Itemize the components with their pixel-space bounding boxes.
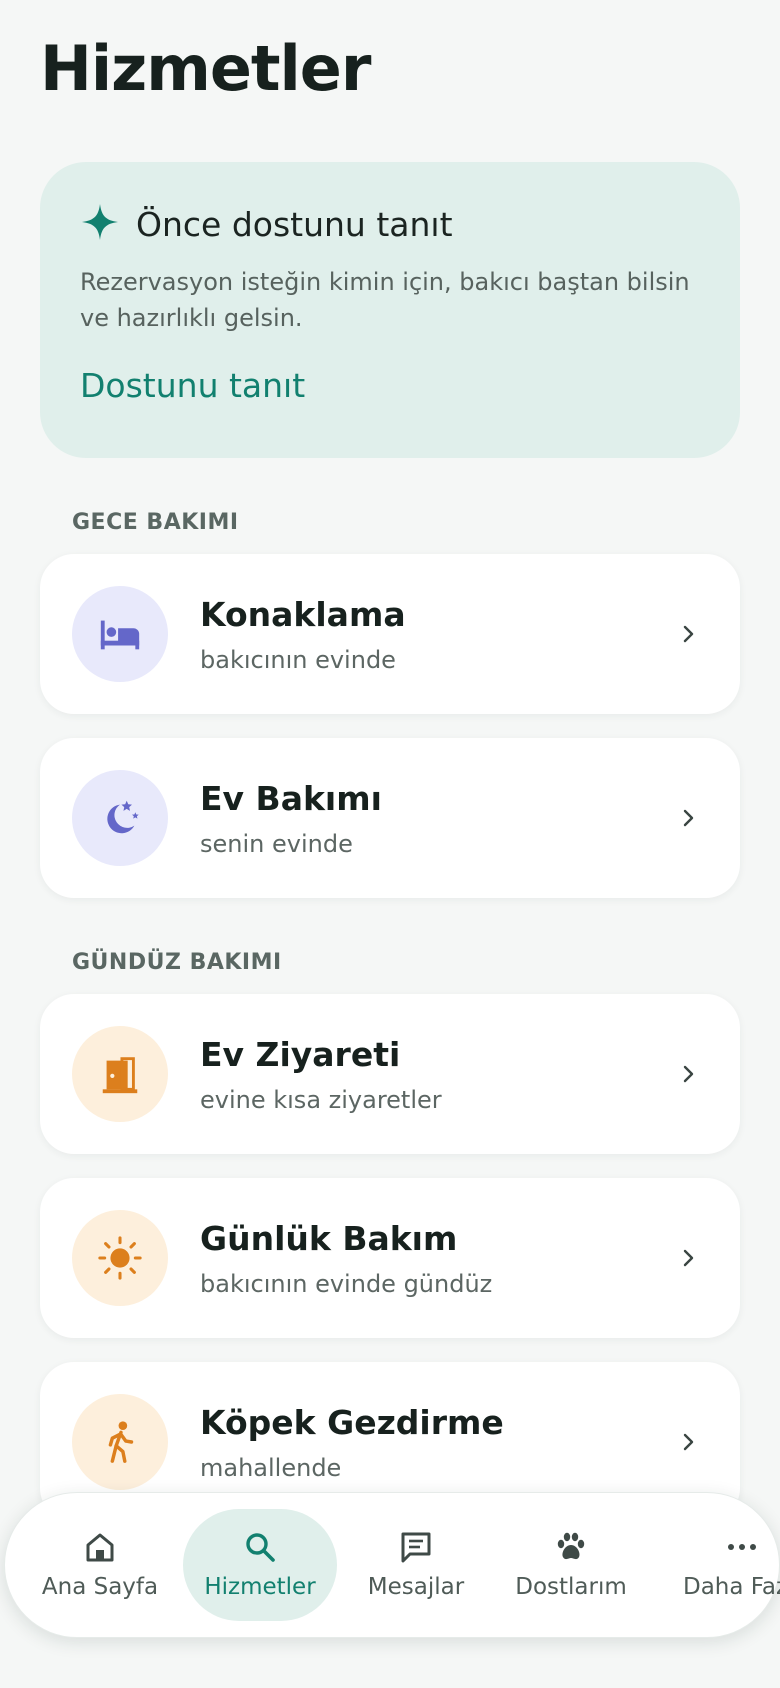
paw-icon — [557, 1532, 585, 1560]
promo-description: Rezervasyon isteğin kimin için, bakıcı b… — [80, 268, 690, 332]
service-card-ev-ziyareti[interactable]: Ev Ziyareti evine kısa ziyaretler — [40, 994, 740, 1154]
service-title: Günlük Bakım — [200, 1218, 458, 1258]
service-subtitle: bakıcının evinde — [200, 645, 396, 674]
service-title: Konaklama — [200, 594, 406, 634]
home-icon — [86, 1533, 114, 1562]
introduce-pet-link[interactable]: Dostunu tanıt — [80, 366, 305, 405]
service-subtitle: mahallende — [200, 1453, 342, 1482]
nav-label: Daha Fazla — [683, 1574, 780, 1600]
page-title: Hizmetler — [40, 32, 371, 105]
service-title: Köpek Gezdirme — [200, 1402, 504, 1442]
nav-label: Mesajlar — [367, 1574, 465, 1600]
service-card-konaklama[interactable]: Konaklama bakıcının evinde — [40, 554, 740, 714]
nav-home[interactable]: Ana Sayfa — [23, 1509, 177, 1621]
walking-icon — [72, 1394, 168, 1490]
sun-icon — [72, 1210, 168, 1306]
service-card-gunluk-bakim[interactable]: Günlük Bakım bakıcının evinde gündüz — [40, 1178, 740, 1338]
nav-more[interactable]: Daha Fazla — [661, 1509, 780, 1621]
pet-intro-banner: Önce dostunu tanıt Rezervasyon isteğin k… — [40, 162, 740, 458]
section-label-night-care: GECE BAKIMI — [72, 510, 239, 535]
promo-header: Önce dostunu tanıt — [80, 202, 700, 246]
chevron-right-icon — [683, 1433, 694, 1451]
chevron-right-icon — [683, 625, 694, 643]
door-icon — [72, 1026, 168, 1122]
service-title: Ev Bakımı — [200, 778, 382, 818]
service-subtitle: evine kısa ziyaretler — [200, 1085, 442, 1114]
nav-messages[interactable]: Mesajlar — [339, 1509, 493, 1621]
chevron-right-icon — [683, 1249, 694, 1267]
nav-label: Ana Sayfa — [41, 1574, 159, 1600]
message-icon — [401, 1532, 431, 1563]
bed-icon — [72, 586, 168, 682]
nav-label: Hizmetler — [204, 1574, 316, 1600]
service-subtitle: senin evinde — [200, 829, 353, 858]
promo-title: Önce dostunu tanıt — [136, 204, 453, 244]
moon-stars-icon — [72, 770, 168, 866]
chevron-right-icon — [683, 1065, 694, 1083]
chevron-right-icon — [683, 809, 694, 827]
more-icon — [728, 1544, 756, 1550]
service-title: Ev Ziyareti — [200, 1034, 401, 1074]
nav-label: Dostlarım — [515, 1574, 627, 1600]
section-label-day-care: GÜNDÜZ BAKIMI — [72, 950, 282, 975]
search-icon — [246, 1533, 275, 1562]
bottom-navigation: Ana Sayfa Hizmetler Mesajlar Dostlarım D… — [4, 1492, 780, 1638]
sparkle-icon — [80, 202, 120, 246]
service-card-ev-bakimi[interactable]: Ev Bakımı senin evinde — [40, 738, 740, 898]
nav-services[interactable]: Hizmetler — [183, 1509, 337, 1621]
nav-pets[interactable]: Dostlarım — [494, 1509, 648, 1621]
service-subtitle: bakıcının evinde gündüz — [200, 1269, 493, 1298]
